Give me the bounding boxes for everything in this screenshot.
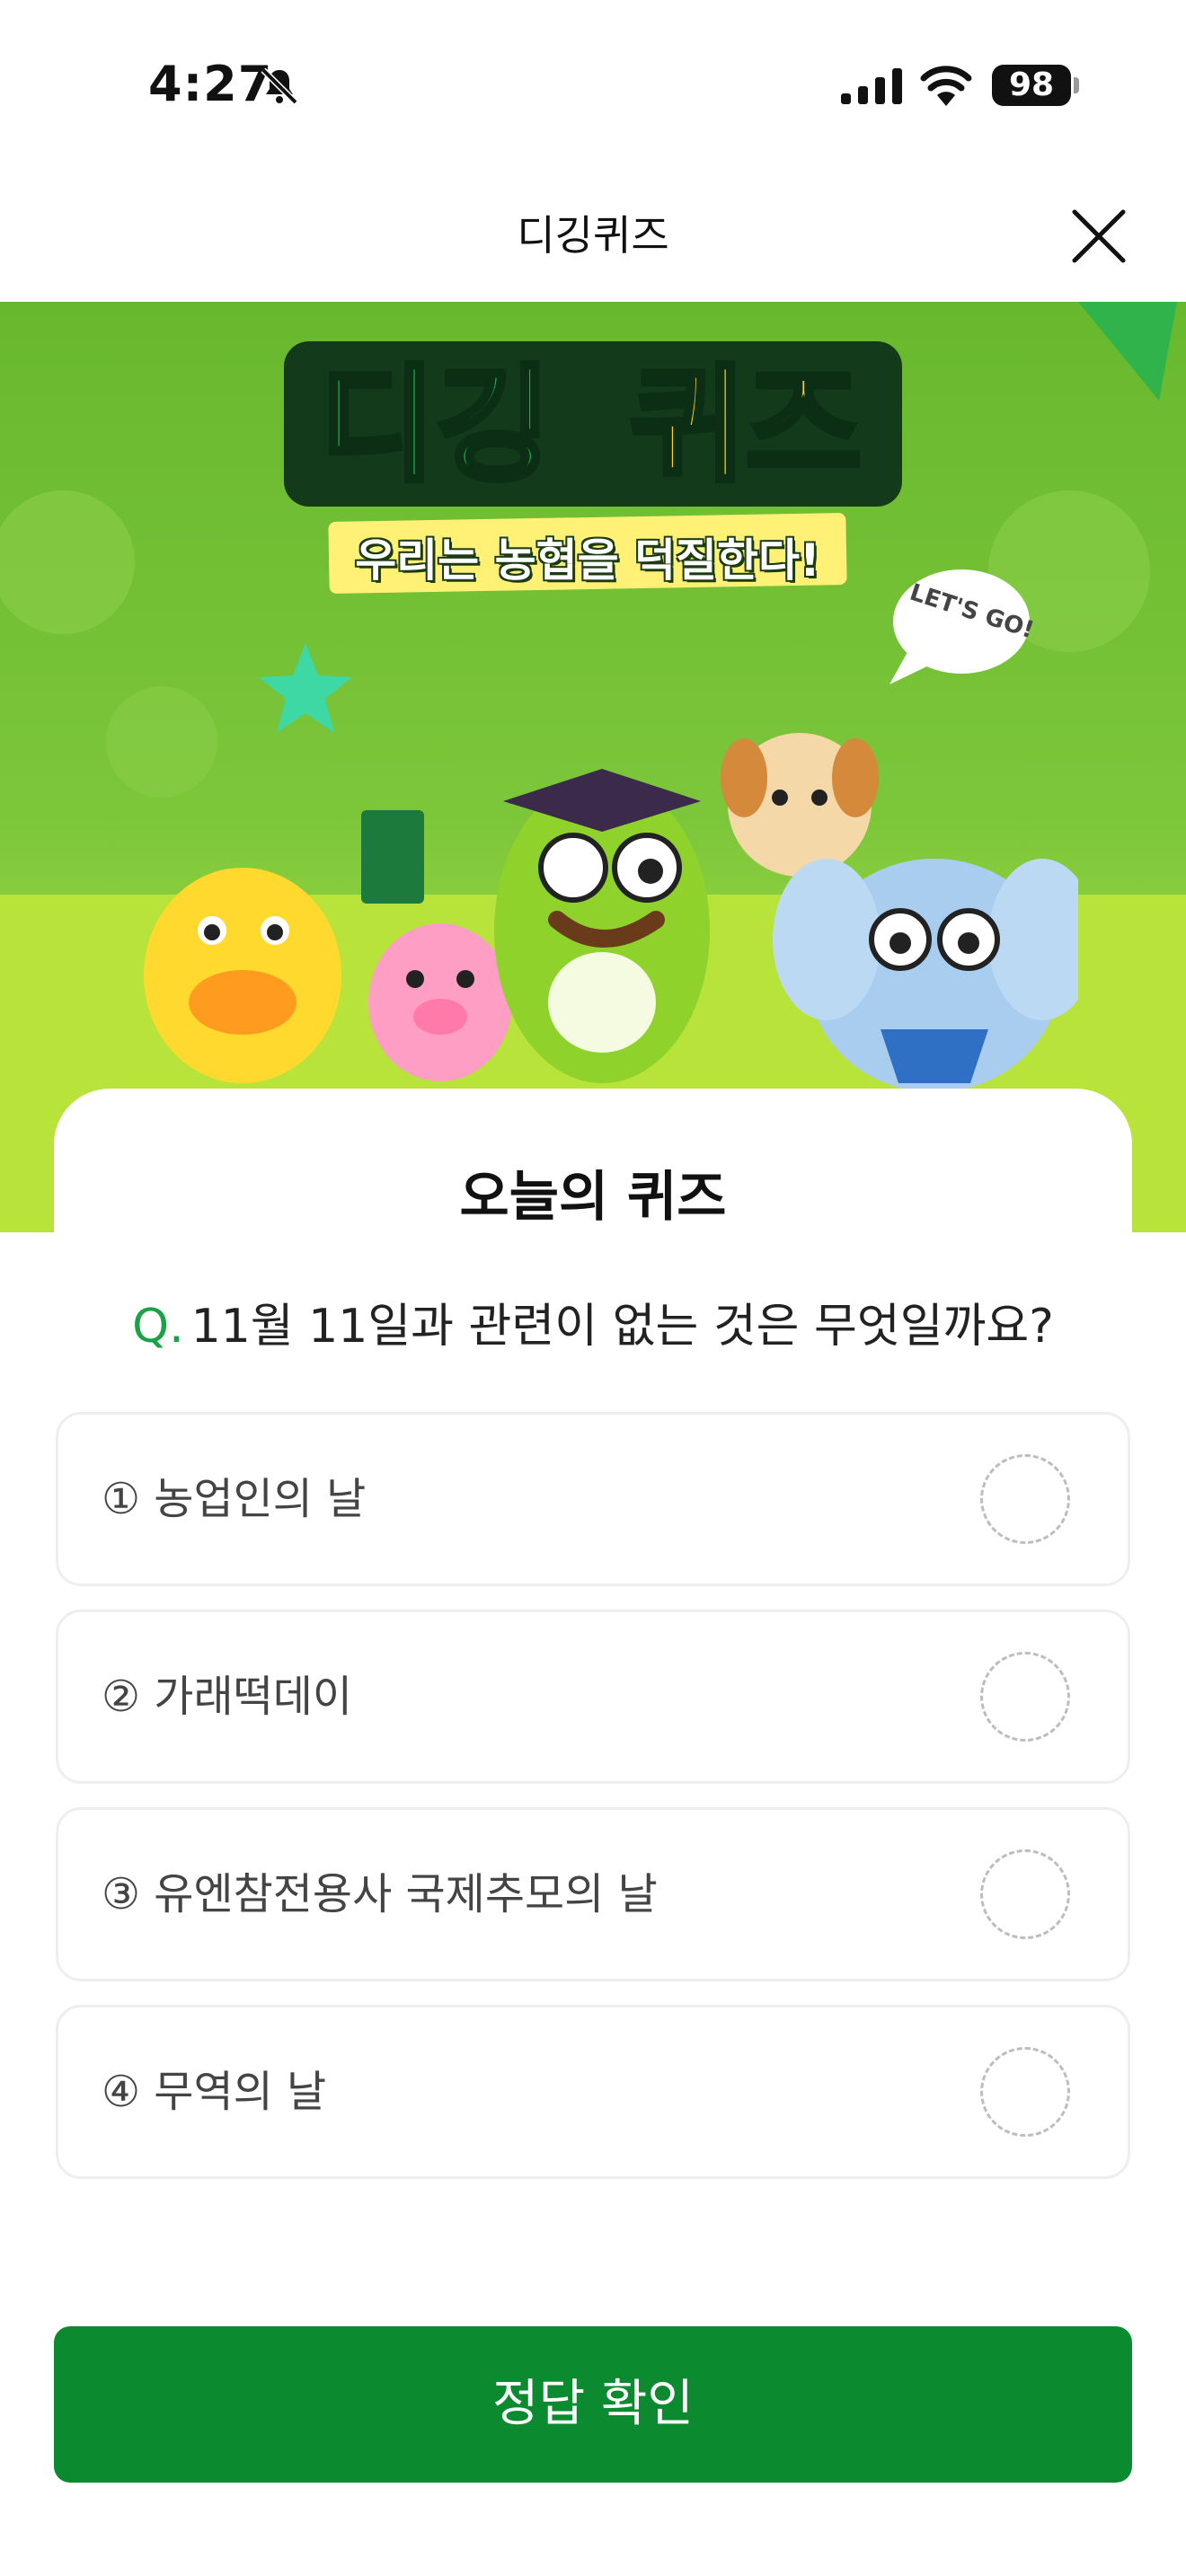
answer-options: ① 농업인의 날 ② 가래떡데이 ③ 유엔참전용사 국제추모의 날 ④ 무역의 … [56,1412,1130,2202]
quiz-question: Q. 11월 11일과 관련이 없는 것은 무엇일까요? [0,1288,1186,1355]
answer-option-label: ③ 유엔참전용사 국제추모의 날 [102,1869,658,1919]
close-icon[interactable] [1067,205,1130,268]
battery-indicator: 98 [992,65,1071,106]
battery-cap [1074,77,1079,93]
status-bar: 4:27 98 [0,0,1186,171]
page-title: 디깅퀴즈 [517,211,669,260]
svg-text:디깅: 디깅 [320,353,552,499]
answer-option-1[interactable]: ① 농업인의 날 [56,1412,1130,1586]
svg-text:퀴즈: 퀴즈 [630,353,862,499]
radio-circle-icon[interactable] [980,1849,1070,1939]
answer-option-2[interactable]: ② 가래떡데이 [56,1610,1130,1784]
hero-title-logo: 디깅 퀴즈 [284,341,902,507]
answer-option-label: ④ 무역의 날 [102,2067,327,2117]
answer-option-label: ② 가래떡데이 [102,1672,353,1722]
quiz-badge: 오늘의 퀴즈 [448,1153,738,1231]
cellular-signal-icon [841,68,902,104]
status-time: 4:27 [148,56,273,112]
hero-subtitle: 우리는 농협을 덕질한다! [355,534,820,587]
question-text: 11월 11일과 관련이 없는 것은 무엇일까요? [190,1300,1054,1354]
radio-circle-icon[interactable] [980,1454,1070,1544]
answer-option-3[interactable]: ③ 유엔참전용사 국제추모의 날 [56,1807,1130,1981]
bell-muted-icon [261,67,298,105]
question-prefix: Q. [132,1300,184,1354]
check-answer-button[interactable]: 정답 확인 [54,2326,1132,2483]
quiz-badge-container: 오늘의 퀴즈 [0,1153,1186,1231]
mascot-characters-illustration [144,643,1078,1092]
wifi-icon [920,66,972,106]
answer-option-4[interactable]: ④ 무역의 날 [56,2005,1130,2179]
radio-circle-icon[interactable] [980,2047,1070,2137]
radio-circle-icon[interactable] [980,1652,1070,1742]
answer-option-label: ① 농업인의 날 [102,1474,367,1524]
